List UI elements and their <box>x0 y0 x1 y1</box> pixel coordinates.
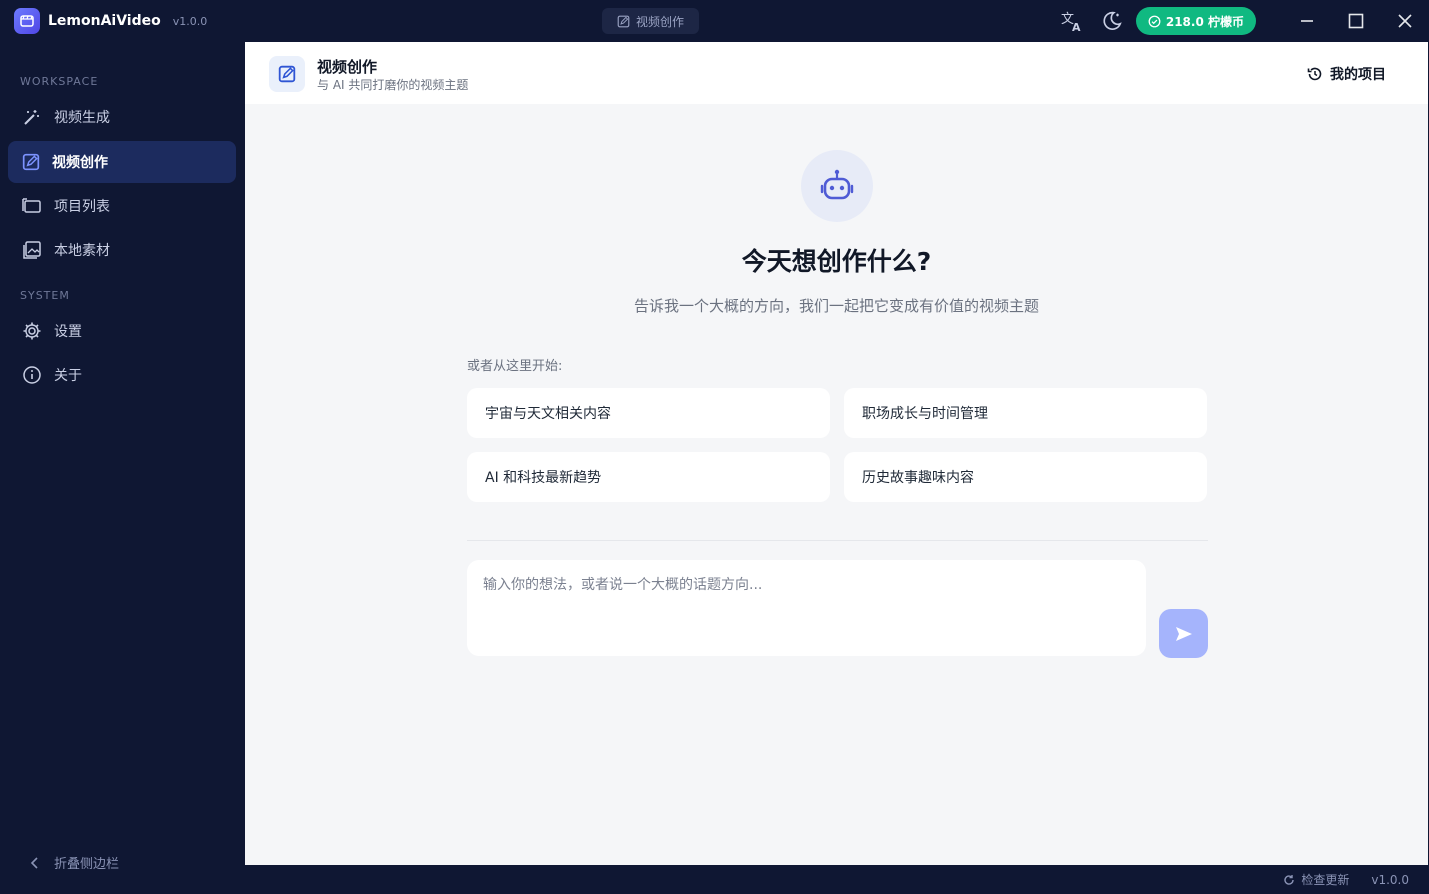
page-header: 视频创作 与 AI 共同打磨你的视频主题 我的项目 <box>245 42 1428 104</box>
gear-icon <box>23 322 41 340</box>
page-subtitle: 与 AI 共同打磨你的视频主题 <box>317 78 469 92</box>
brand: LemonAiVideo v1.0.0 <box>0 0 245 42</box>
sidebar: WORKSPACE 视频生成 视频创作 项目列表 本地素材 SYSTEM 设置 … <box>0 42 245 894</box>
check-circle-icon <box>1148 15 1161 27</box>
send-icon <box>1175 626 1192 641</box>
app-version: v1.0.0 <box>172 14 208 28</box>
sidebar-item-label: 项目列表 <box>54 199 110 215</box>
info-icon <box>23 366 41 384</box>
magic-wand-icon <box>24 110 39 125</box>
sidebar-item-project-list[interactable]: 项目列表 <box>8 185 236 227</box>
close-button[interactable] <box>1380 0 1429 42</box>
sidebar-item-label: 设置 <box>54 324 82 340</box>
idea-input[interactable] <box>467 560 1146 656</box>
close-icon <box>1397 14 1412 28</box>
check-update-label: 检查更新 <box>1301 873 1350 887</box>
suggestion-chip[interactable]: 宇宙与天文相关内容 <box>467 388 830 438</box>
coin-balance-text: 218.0 柠檬币 <box>1165 14 1244 29</box>
hero-title: 今天想创作什么? <box>741 247 932 276</box>
current-page-tab-label: 视频创作 <box>635 14 684 29</box>
status-version: v1.0.0 <box>1371 872 1409 887</box>
svg-text:A: A <box>1072 21 1081 33</box>
chevron-left-icon <box>30 856 38 869</box>
suggestion-chip[interactable]: 职场成长与时间管理 <box>844 388 1207 438</box>
suggestion-chip[interactable]: 历史故事趣味内容 <box>844 452 1207 502</box>
send-button[interactable] <box>1159 609 1208 658</box>
history-icon <box>1307 67 1322 81</box>
title-bar: LemonAiVideo v1.0.0 视频创作 文A 218.0 柠檬币 <box>0 0 1429 42</box>
collapse-sidebar-button[interactable]: 折叠侧边栏 <box>30 853 119 872</box>
app-logo-icon <box>14 8 40 34</box>
edit-square-icon <box>269 56 305 92</box>
sidebar-item-settings[interactable]: 设置 <box>8 310 236 352</box>
maximize-icon <box>1348 13 1363 29</box>
sidebar-item-local-assets[interactable]: 本地素材 <box>8 229 236 271</box>
system-section-label: SYSTEM <box>20 289 70 302</box>
page-title: 视频创作 <box>317 58 378 76</box>
edit-square-icon <box>617 15 630 27</box>
main-content: 视频创作 与 AI 共同打磨你的视频主题 我的项目 今天想创作什么? 告诉我一个… <box>245 42 1428 865</box>
maximize-button[interactable] <box>1331 0 1380 42</box>
title-bar-actions: 文A 218.0 柠檬币 <box>1052 0 1429 42</box>
status-bar: 检查更新 v1.0.0 <box>245 865 1429 894</box>
minimize-icon <box>1300 20 1313 22</box>
app-name: LemonAiVideo <box>48 13 161 29</box>
edit-square-icon <box>22 153 40 171</box>
divider <box>467 540 1208 541</box>
workspace-section-label: WORKSPACE <box>20 75 99 88</box>
dark-mode-moon-icon[interactable] <box>1092 0 1132 42</box>
sidebar-item-video-generation[interactable]: 视频生成 <box>8 96 236 138</box>
my-projects-label: 我的项目 <box>1330 67 1386 83</box>
sidebar-item-about[interactable]: 关于 <box>8 354 236 396</box>
robot-icon <box>801 150 873 222</box>
collapse-sidebar-label: 折叠侧边栏 <box>54 857 120 872</box>
sidebar-item-label: 本地素材 <box>54 243 110 259</box>
folder-stack-icon <box>22 198 41 213</box>
sidebar-item-label: 视频创作 <box>52 155 108 171</box>
current-page-tab[interactable]: 视频创作 <box>602 8 699 34</box>
sidebar-item-label: 视频生成 <box>54 110 110 126</box>
minimize-button[interactable] <box>1282 0 1331 42</box>
sidebar-item-label: 关于 <box>54 368 82 384</box>
sidebar-item-video-creation[interactable]: 视频创作 <box>8 141 236 183</box>
image-gallery-icon <box>23 241 41 259</box>
translate-icon[interactable]: 文A <box>1052 0 1092 42</box>
suggestion-chip[interactable]: AI 和科技最新趋势 <box>467 452 830 502</box>
check-update-button[interactable]: 检查更新 <box>1283 871 1349 888</box>
suggestions-label: 或者从这里开始: <box>467 359 563 374</box>
refresh-icon <box>1284 874 1295 885</box>
coin-balance-badge[interactable]: 218.0 柠檬币 <box>1135 7 1256 35</box>
hero-subtitle: 告诉我一个大概的方向，我们一起把它变成有价值的视频主题 <box>633 297 1039 315</box>
my-projects-button[interactable]: 我的项目 <box>1307 64 1386 84</box>
